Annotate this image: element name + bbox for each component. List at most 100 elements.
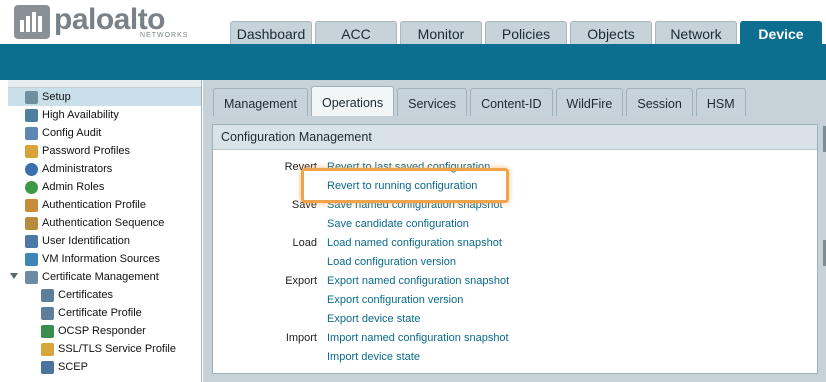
ssl-tls-service-profile-icon bbox=[41, 343, 54, 356]
sidebar-item-label: OCSP Responder bbox=[58, 325, 146, 337]
sidebar-item-ocsp-responder[interactable]: OCSP Responder bbox=[8, 322, 201, 340]
list-item: Revert to running configuration bbox=[213, 177, 817, 196]
sidebar-item-certificate-profile[interactable]: Certificate Profile bbox=[8, 304, 201, 322]
setup-icon bbox=[25, 91, 38, 104]
export-device-state-link[interactable]: Export device state bbox=[327, 310, 421, 329]
tab-monitor[interactable]: Monitor bbox=[400, 21, 482, 45]
tab-acc[interactable]: ACC bbox=[315, 21, 397, 45]
tab-operations[interactable]: Operations bbox=[310, 86, 395, 116]
sidebar-item-label: User Identification bbox=[42, 235, 131, 247]
sidebar-item-label: Certificates bbox=[58, 289, 114, 301]
certificate-management-icon bbox=[25, 271, 38, 284]
certificate-profile-icon bbox=[41, 307, 54, 320]
certificates-icon bbox=[41, 289, 54, 302]
tab-session[interactable]: Session bbox=[626, 88, 693, 116]
device-sidebar: Setup High Availability Config Audit Pas… bbox=[8, 80, 202, 382]
paloalto-logo: paloalto NETWORKS bbox=[14, 3, 214, 41]
paloalto-logo-icon bbox=[14, 5, 50, 39]
sub-nav-tabs: Management Operations Services Content-I… bbox=[213, 86, 749, 116]
save-named-snapshot-link[interactable]: Save named configuration snapshot bbox=[327, 196, 503, 215]
save-candidate-link[interactable]: Save candidate configuration bbox=[327, 215, 469, 234]
list-item: Export Export named configuration snapsh… bbox=[213, 272, 817, 291]
user-identification-icon bbox=[25, 235, 38, 248]
content-area: Management Operations Services Content-I… bbox=[203, 80, 826, 382]
tab-dashboard[interactable]: Dashboard bbox=[230, 21, 312, 45]
list-item: Load Load named configuration snapshot bbox=[213, 234, 817, 253]
tab-objects[interactable]: Objects bbox=[570, 21, 652, 45]
brand-sub: NETWORKS bbox=[140, 32, 189, 39]
sidebar-item-label: Authentication Sequence bbox=[42, 217, 165, 229]
panel-title: Configuration Management bbox=[213, 125, 817, 150]
main-nav-tabs: Dashboard ACC Monitor Policies Objects N… bbox=[230, 21, 825, 45]
export-named-snapshot-link[interactable]: Export named configuration snapshot bbox=[327, 272, 509, 291]
vm-information-sources-icon bbox=[25, 253, 38, 266]
tab-services[interactable]: Services bbox=[397, 88, 468, 116]
sidebar-item-user-identification[interactable]: User Identification bbox=[8, 232, 201, 250]
ocsp-responder-icon bbox=[41, 325, 54, 338]
tab-policies[interactable]: Policies bbox=[485, 21, 567, 45]
sidebar-item-authentication-sequence[interactable]: Authentication Sequence bbox=[8, 214, 201, 232]
admin-roles-icon bbox=[25, 181, 38, 194]
app-header: paloalto NETWORKS Dashboard ACC Monitor … bbox=[0, 0, 826, 45]
expand-arrow-icon[interactable] bbox=[10, 273, 18, 279]
sidebar-item-label: SCEP bbox=[58, 361, 88, 373]
sidebar-item-certificates[interactable]: Certificates bbox=[8, 286, 201, 304]
list-item: Load configuration version bbox=[213, 253, 817, 272]
revert-to-running-link[interactable]: Revert to running configuration bbox=[327, 177, 477, 196]
load-config-version-link[interactable]: Load configuration version bbox=[327, 253, 456, 272]
tab-content-id[interactable]: Content-ID bbox=[470, 88, 553, 116]
row-label: Save bbox=[291, 199, 317, 211]
sidebar-item-label: SSL/TLS Service Profile bbox=[58, 343, 176, 355]
sidebar-item-certificate-management[interactable]: Certificate Management bbox=[8, 268, 201, 286]
config-audit-icon bbox=[25, 127, 38, 140]
authentication-sequence-icon bbox=[25, 217, 38, 230]
row-label: Load bbox=[292, 237, 317, 249]
sidebar-item-label: Password Profiles bbox=[42, 145, 131, 157]
sidebar-item-label: Administrators bbox=[42, 163, 113, 175]
sidebar-item-label: Certificate Profile bbox=[58, 307, 142, 319]
tab-hsm[interactable]: HSM bbox=[695, 88, 746, 116]
sidebar-item-label: Setup bbox=[42, 91, 71, 103]
row-label: Import bbox=[285, 332, 317, 344]
tab-device[interactable]: Device bbox=[740, 21, 822, 45]
export-config-version-link[interactable]: Export configuration version bbox=[327, 291, 463, 310]
list-item: Revert Revert to last saved configuratio… bbox=[213, 158, 817, 177]
sidebar-item-label: Certificate Management bbox=[42, 271, 159, 283]
sidebar-item-ssl-tls-service-profile[interactable]: SSL/TLS Service Profile bbox=[8, 340, 201, 358]
sidebar-item-label: Config Audit bbox=[42, 127, 102, 139]
row-label: Export bbox=[285, 275, 317, 287]
header-bar bbox=[0, 44, 826, 80]
administrators-icon bbox=[25, 163, 38, 176]
authentication-profile-icon bbox=[25, 199, 38, 212]
list-item: Save Save named configuration snapshot bbox=[213, 196, 817, 215]
import-named-snapshot-link[interactable]: Import named configuration snapshot bbox=[327, 329, 509, 348]
import-device-state-link[interactable]: Import device state bbox=[327, 348, 420, 367]
tab-network[interactable]: Network bbox=[655, 21, 737, 45]
sidebar-item-label: VM Information Sources bbox=[42, 253, 160, 265]
sidebar-item-label: High Availability bbox=[42, 109, 119, 121]
sidebar-item-administrators[interactable]: Administrators bbox=[8, 160, 201, 178]
sidebar-item-scep[interactable]: SCEP bbox=[8, 358, 201, 376]
sidebar-toolbar bbox=[8, 80, 201, 88]
configuration-management-panel: Configuration Management Revert Revert t… bbox=[212, 124, 818, 374]
revert-to-last-saved-link[interactable]: Revert to last saved configuration bbox=[327, 158, 490, 177]
list-item: Import device state bbox=[213, 348, 817, 367]
high-availability-icon bbox=[25, 109, 38, 122]
sidebar-item-authentication-profile[interactable]: Authentication Profile bbox=[8, 196, 201, 214]
sidebar-item-admin-roles[interactable]: Admin Roles bbox=[8, 178, 201, 196]
sidebar-item-high-availability[interactable]: High Availability bbox=[8, 106, 201, 124]
sidebar-item-vm-information-sources[interactable]: VM Information Sources bbox=[8, 250, 201, 268]
sidebar-item-config-audit[interactable]: Config Audit bbox=[8, 124, 201, 142]
tab-wildfire[interactable]: WildFire bbox=[555, 88, 624, 116]
sidebar-item-setup[interactable]: Setup bbox=[8, 88, 201, 106]
load-named-snapshot-link[interactable]: Load named configuration snapshot bbox=[327, 234, 502, 253]
sidebar-item-label: Authentication Profile bbox=[42, 199, 146, 211]
list-item: Export configuration version bbox=[213, 291, 817, 310]
sidebar-item-label: Admin Roles bbox=[42, 181, 105, 193]
config-actions-list: Revert Revert to last saved configuratio… bbox=[213, 158, 817, 367]
password-profiles-icon bbox=[25, 145, 38, 158]
sidebar-item-password-profiles[interactable]: Password Profiles bbox=[8, 142, 201, 160]
tab-management[interactable]: Management bbox=[213, 88, 308, 116]
row-label: Revert bbox=[284, 161, 317, 173]
list-item: Import Import named configuration snapsh… bbox=[213, 329, 817, 348]
